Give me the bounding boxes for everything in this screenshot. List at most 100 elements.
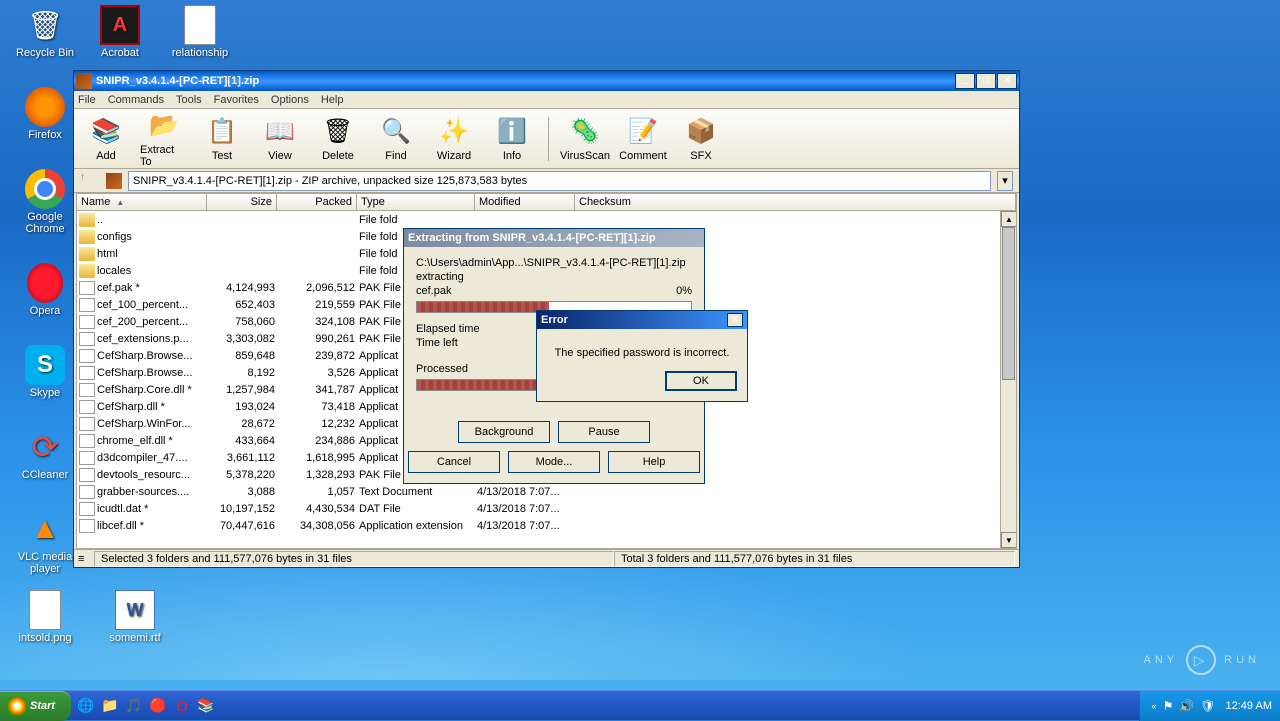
acrobat-icon[interactable]: AAcrobat [85, 5, 155, 59]
folder-open-icon: 📂 [148, 110, 180, 142]
intsold-file-icon[interactable]: intsold.png [10, 590, 80, 644]
menu-commands[interactable]: Commands [108, 94, 164, 106]
error-close-button[interactable]: ✕ [727, 313, 743, 327]
label: intsold.png [18, 632, 71, 644]
maximize-button[interactable]: □ [976, 73, 996, 89]
firefox-icon[interactable]: Firefox [10, 87, 80, 141]
scroll-thumb[interactable] [1002, 227, 1015, 380]
sort-asc-icon: ▲ [116, 198, 124, 207]
add-button[interactable]: 📚Add [80, 114, 132, 164]
menu-tools[interactable]: Tools [176, 94, 202, 106]
titlebar[interactable]: SNIPR_v3.4.1.4-[PC-RET][1].zip _ □ ✕ [74, 71, 1019, 91]
menubar: File Commands Tools Favorites Options He… [74, 91, 1019, 109]
system-tray: « ⚑ 🔊 🛡 12:49 AM [1139, 691, 1280, 721]
col-packed[interactable]: Packed [277, 194, 357, 210]
file-row[interactable]: grabber-sources....3,0881,057Text Docume… [77, 483, 1016, 500]
comment-button[interactable]: 📝Comment [617, 114, 669, 164]
volume-icon[interactable]: 🔊 [1179, 699, 1194, 713]
desktop-icon-column: Recycle Bin Firefox Google Chrome Opera … [10, 5, 80, 575]
chrome-taskbar-icon[interactable]: 🔴 [147, 695, 169, 717]
file-icon [79, 502, 95, 516]
opera-taskbar-icon[interactable]: O [171, 695, 193, 717]
cancel-button[interactable]: Cancel [408, 451, 500, 473]
anyrun-watermark: ANY RUN [1144, 645, 1260, 675]
menu-help[interactable]: Help [321, 94, 344, 106]
label: Google Chrome [10, 211, 80, 235]
error-dialog: Error ✕ The specified password is incorr… [536, 310, 748, 402]
books-icon [76, 73, 92, 89]
label: CCleaner [22, 469, 68, 481]
menu-file[interactable]: File [78, 94, 96, 106]
ccleaner-icon[interactable]: ⟳CCleaner [10, 427, 80, 481]
tray-expand-button[interactable]: « [1152, 701, 1157, 711]
relationship-file-icon[interactable]: relationship [165, 5, 235, 59]
vertical-scrollbar[interactable]: ▲ ▼ [1000, 211, 1016, 548]
help-button[interactable]: Help [608, 451, 700, 473]
mode-button[interactable]: Mode... [508, 451, 600, 473]
file-icon [79, 434, 95, 448]
close-button[interactable]: ✕ [997, 73, 1017, 89]
clock[interactable]: 12:49 AM [1222, 700, 1272, 712]
chrome-icon[interactable]: Google Chrome [10, 169, 80, 235]
wizard-button[interactable]: ✨Wizard [428, 114, 480, 164]
folder-icon [79, 230, 95, 244]
file-icon [79, 332, 95, 346]
separator [548, 117, 549, 161]
file-icon [79, 468, 95, 482]
find-button[interactable]: 🔍Find [370, 114, 422, 164]
shield-icon[interactable]: 🛡 [1200, 699, 1215, 713]
vlc-icon[interactable]: ▲VLC media player [10, 509, 80, 575]
windows-logo-icon [8, 697, 26, 715]
extract-to-button[interactable]: 📂Extract To [138, 108, 190, 170]
col-size[interactable]: Size [207, 194, 277, 210]
col-checksum[interactable]: Checksum [575, 194, 1016, 210]
desktop-icon-row3: intsold.png somemi.rtf [10, 590, 170, 644]
window-title: SNIPR_v3.4.1.4-[PC-RET][1].zip [96, 75, 955, 87]
path-dropdown-button[interactable]: ▾ [997, 171, 1013, 191]
winrar-taskbar-icon[interactable]: 📚 [195, 695, 217, 717]
file-row[interactable]: icudtl.dat *10,197,1524,430,534DAT File4… [77, 500, 1016, 517]
label: Acrobat [101, 47, 139, 59]
scroll-up-button[interactable]: ▲ [1001, 211, 1017, 227]
col-name[interactable]: Name▲ [77, 194, 207, 210]
file-icon [79, 366, 95, 380]
label: Firefox [28, 129, 62, 141]
view-button[interactable]: 📖View [254, 114, 306, 164]
flag-icon[interactable]: ⚑ [1163, 699, 1174, 713]
path-input[interactable]: SNIPR_v3.4.1.4-[PC-RET][1].zip - ZIP arc… [128, 171, 991, 191]
delete-button[interactable]: 🗑Delete [312, 114, 364, 164]
info-button[interactable]: ℹ️Info [486, 114, 538, 164]
skype-icon[interactable]: SSkype [10, 345, 80, 399]
grip-icon: ≡ [78, 553, 94, 565]
sfx-button[interactable]: 📦SFX [675, 114, 727, 164]
somemi-file-icon[interactable]: somemi.rtf [100, 590, 170, 644]
quick-launch: 🌐 📁 🎵 🔴 O 📚 [75, 695, 217, 717]
desktop-icon-row2: AAcrobat relationship [85, 5, 235, 59]
col-type[interactable]: Type [357, 194, 475, 210]
elapsed-label: Elapsed time [416, 323, 480, 335]
menu-options[interactable]: Options [271, 94, 309, 106]
explorer-icon[interactable]: 📁 [99, 695, 121, 717]
up-button[interactable]: ↑ [80, 171, 100, 191]
pause-button[interactable]: Pause [558, 421, 650, 443]
file-row[interactable]: ..File fold [77, 211, 1016, 228]
toolbar: 📚Add 📂Extract To 📋Test 📖View 🗑Delete 🔍Fi… [74, 109, 1019, 169]
virusscan-button[interactable]: 🦠VirusScan [559, 114, 611, 164]
minimize-button[interactable]: _ [955, 73, 975, 89]
recycle-bin-icon[interactable]: Recycle Bin [10, 5, 80, 59]
ie-icon[interactable]: 🌐 [75, 695, 97, 717]
folder-icon [79, 213, 95, 227]
error-titlebar[interactable]: Error ✕ [537, 311, 747, 329]
start-button[interactable]: Start [0, 691, 71, 721]
dialog-titlebar[interactable]: Extracting from SNIPR_v3.4.1.4-[PC-RET][… [404, 229, 704, 247]
background-button[interactable]: Background [458, 421, 550, 443]
media-player-icon[interactable]: 🎵 [123, 695, 145, 717]
col-modified[interactable]: Modified [475, 194, 575, 210]
error-ok-button[interactable]: OK [665, 371, 737, 391]
file-row[interactable]: libcef.dll *70,447,61634,308,056Applicat… [77, 517, 1016, 534]
file-icon [79, 417, 95, 431]
opera-icon[interactable]: Opera [10, 263, 80, 317]
scroll-down-button[interactable]: ▼ [1001, 532, 1017, 548]
menu-favorites[interactable]: Favorites [214, 94, 259, 106]
test-button[interactable]: 📋Test [196, 114, 248, 164]
